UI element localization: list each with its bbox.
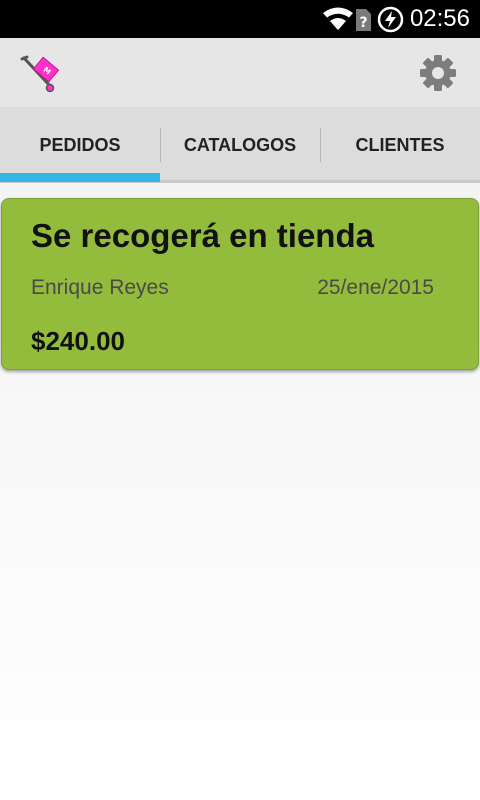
tab-selected-indicator bbox=[0, 173, 160, 182]
svg-text:?: ? bbox=[359, 15, 367, 31]
hand-truck-icon[interactable]: M bbox=[20, 54, 68, 94]
status-clock: 02:56 bbox=[409, 5, 470, 32]
status-bar: ? 02:56 bbox=[0, 0, 480, 38]
gear-icon[interactable] bbox=[418, 53, 458, 93]
order-card[interactable]: Se recogerá en tienda Enrique Reyes 25/e… bbox=[1, 198, 479, 370]
no-sim-icon: ? bbox=[356, 9, 371, 31]
tab-clientes[interactable]: CLIENTES bbox=[320, 107, 480, 183]
order-total: $240.00 bbox=[31, 326, 125, 356]
order-date: 25/ene/2015 bbox=[317, 276, 434, 299]
tab-bar: PEDIDOS CATALOGOS CLIENTES bbox=[0, 107, 480, 183]
order-title: Se recogerá en tienda bbox=[31, 217, 374, 254]
tab-label: PEDIDOS bbox=[39, 134, 121, 155]
tab-label: CATALOGOS bbox=[183, 134, 297, 155]
tab-label: CLIENTES bbox=[355, 134, 445, 155]
order-client-name: Enrique Reyes bbox=[31, 276, 169, 299]
tab-pedidos[interactable]: PEDIDOS bbox=[0, 107, 160, 183]
action-bar: M bbox=[0, 38, 480, 107]
battery-charging-icon bbox=[377, 6, 404, 33]
tab-catalogos[interactable]: CATALOGOS bbox=[160, 107, 320, 183]
wifi-icon bbox=[323, 7, 353, 30]
